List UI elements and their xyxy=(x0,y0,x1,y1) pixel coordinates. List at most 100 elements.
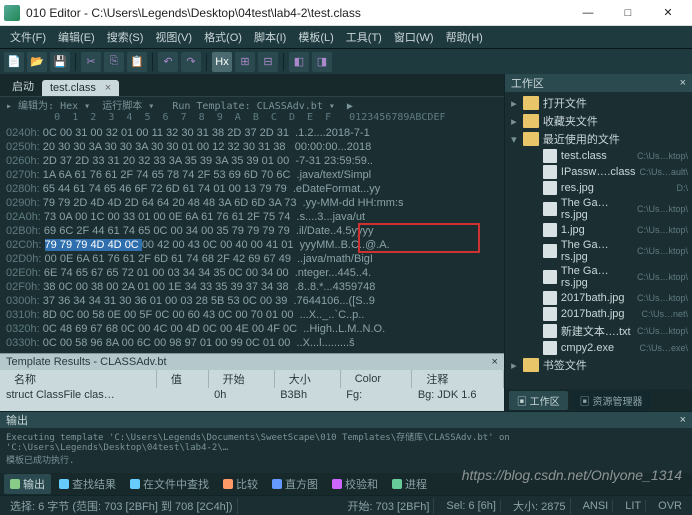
hex-row[interactable]: 02E0h: 6E 74 65 67 65 72 01 00 03 34 34 … xyxy=(6,266,498,280)
tree-folder[interactable]: ▸打开文件 xyxy=(505,94,692,112)
template-col[interactable]: 开始 xyxy=(208,370,274,388)
menu-item[interactable]: 格式(O) xyxy=(198,27,248,47)
hex-row[interactable]: 0330h: 0C 00 58 96 8A 00 6C 00 98 97 01 … xyxy=(6,336,498,350)
hex-row[interactable]: 0320h: 0C 48 69 67 68 0C 00 4C 00 4D 0C … xyxy=(6,322,498,336)
file-tab[interactable]: test.class × xyxy=(42,80,119,96)
bottom-tab[interactable]: 查找结果 xyxy=(53,474,122,494)
hex-row[interactable]: 02F0h: 38 0C 00 38 00 2A 01 00 1E 34 33 … xyxy=(6,280,498,294)
open-icon[interactable]: 📂 xyxy=(27,52,47,72)
template-cell[interactable]: Bg: JDK 1.6 xyxy=(412,388,504,402)
hex-row[interactable]: 0240h: 0C 00 31 00 32 01 00 11 32 30 31 … xyxy=(6,126,498,140)
tree-file[interactable]: 2017bath.jpgC:\Us…net\ xyxy=(505,306,692,322)
hex-row[interactable]: 02D0h: 00 0E 6A 61 76 61 2F 6D 61 74 68 … xyxy=(6,252,498,266)
tree-file[interactable]: cmpy2.exeC:\Us…exe\ xyxy=(505,340,692,356)
menu-item[interactable]: 脚本(I) xyxy=(248,27,292,47)
maximize-button[interactable]: □ xyxy=(608,0,648,26)
hex-row[interactable]: 0290h: 79 79 2D 4D 4D 2D 64 64 20 48 48 … xyxy=(6,196,498,210)
template-col[interactable]: 注释 xyxy=(412,370,504,388)
template-cell[interactable]: Fg: xyxy=(340,388,412,402)
output-close-icon[interactable]: × xyxy=(680,414,686,426)
close-tab-icon[interactable]: × xyxy=(105,82,111,94)
file-icon xyxy=(543,165,557,179)
menu-item[interactable]: 帮助(H) xyxy=(440,27,489,47)
template-col[interactable]: 值 xyxy=(156,370,208,388)
workspace-tab[interactable]: ▣ 工作区 xyxy=(509,391,568,410)
hex-area[interactable]: 0240h: 0C 00 31 00 32 01 00 11 32 30 31 … xyxy=(0,126,504,353)
bottom-tab[interactable]: 在文件中查找 xyxy=(124,474,215,494)
hex-row[interactable]: 0310h: 8D 0C 00 58 0E 00 5F 0C 00 60 43 … xyxy=(6,308,498,322)
tree-label: 最近使用的文件 xyxy=(543,131,620,147)
hex-row[interactable]: 0280h: 65 44 61 74 65 46 6F 72 6D 61 74 … xyxy=(6,182,498,196)
hex-row[interactable]: 0250h: 20 30 30 3A 30 30 3A 30 30 01 00 … xyxy=(6,140,498,154)
tree-folder[interactable]: ▸收藏夹文件 xyxy=(505,112,692,130)
bottom-tab[interactable]: 输出 xyxy=(4,474,51,494)
tool3-icon[interactable]: ◧ xyxy=(289,52,309,72)
menu-item[interactable]: 文件(F) xyxy=(4,27,52,47)
hex-row[interactable]: 02B0h: 69 6C 2F 44 61 74 65 0C 00 34 00 … xyxy=(6,224,498,238)
template-cell[interactable]: struct ClassFile clas… xyxy=(0,388,156,402)
copy-icon[interactable]: ⎘ xyxy=(104,52,124,72)
template-title: Template Results - CLASSAdv.bt xyxy=(6,356,167,368)
tree-file[interactable]: 新建文本….txtC:\Us…ktop\ xyxy=(505,322,692,340)
tree-label: The Ga…rs.jpg xyxy=(561,239,633,263)
tree-path: C:\Us…exe\ xyxy=(639,343,688,353)
tree-file[interactable]: The Ga…rs.jpgC:\Us…ktop\ xyxy=(505,238,692,264)
bottom-tab[interactable]: 比较 xyxy=(217,474,264,494)
tree-file[interactable]: res.jpgD:\ xyxy=(505,180,692,196)
tree-label: test.class xyxy=(561,150,607,162)
output-text: Executing template 'C:\Users\Legends\Doc… xyxy=(0,428,692,473)
template-cell[interactable]: 0h xyxy=(208,388,274,402)
paste-icon[interactable]: 📋 xyxy=(127,52,147,72)
tree-file[interactable]: test.classC:\Us…ktop\ xyxy=(505,148,692,164)
save-icon[interactable]: 💾 xyxy=(50,52,70,72)
bottom-tab[interactable]: 进程 xyxy=(386,474,433,494)
close-button[interactable]: ✕ xyxy=(648,0,688,26)
folder-icon xyxy=(523,114,539,128)
undo-icon[interactable]: ↶ xyxy=(158,52,178,72)
hex-row[interactable]: 02A0h: 73 0A 00 1C 00 33 01 00 0E 6A 61 … xyxy=(6,210,498,224)
start-tab[interactable]: 启动 xyxy=(4,76,42,96)
bottom-tab[interactable]: 校验和 xyxy=(326,474,384,494)
hex-row[interactable]: 02C0h: 79 79 79 4D 4D 0C 00 42 00 43 0C … xyxy=(6,238,498,252)
statusbar: 选择: 6 字节 (范围: 703 [2BFh] 到 708 [2C4h]) 开… xyxy=(0,495,692,515)
hex-row[interactable]: 0260h: 2D 37 2D 33 31 20 32 33 3A 35 39 … xyxy=(6,154,498,168)
minimize-button[interactable]: — xyxy=(568,0,608,26)
tree-file[interactable]: 1.jpgC:\Us…ktop\ xyxy=(505,222,692,238)
tree-folder[interactable]: ▸书签文件 xyxy=(505,356,692,374)
menu-item[interactable]: 模板(L) xyxy=(292,27,339,47)
workspace-tab[interactable]: ▣ 资源管理器 xyxy=(572,391,651,410)
tree-file[interactable]: IPassw….classC:\Us…ault\ xyxy=(505,164,692,180)
tree-file[interactable]: The Ga…rs.jpgC:\Us…ktop\ xyxy=(505,264,692,290)
workspace-close-icon[interactable]: × xyxy=(680,77,686,89)
hex-row[interactable]: 0270h: 1A 6A 61 76 61 2F 74 65 78 74 2F … xyxy=(6,168,498,182)
hex-row[interactable]: 0300h: 37 36 34 34 31 30 36 01 00 03 28 … xyxy=(6,294,498,308)
tree-file[interactable]: 2017bath.jpgC:\Us…ktop\ xyxy=(505,290,692,306)
tree-path: C:\Us…ktop\ xyxy=(637,272,688,282)
tree-label: 1.jpg xyxy=(561,224,585,236)
tool2-icon[interactable]: ⊟ xyxy=(258,52,278,72)
tree-file[interactable]: The Ga…rs.jpgC:\Us…ktop\ xyxy=(505,196,692,222)
file-tab-label: test.class xyxy=(50,82,96,94)
menu-item[interactable]: 视图(V) xyxy=(149,27,198,47)
hex-icon[interactable]: Hx xyxy=(212,52,232,72)
menubar: 文件(F)编辑(E)搜索(S)视图(V)格式(O)脚本(I)模板(L)工具(T)… xyxy=(0,26,692,48)
menu-item[interactable]: 窗口(W) xyxy=(388,27,440,47)
bottom-tab[interactable]: 直方图 xyxy=(266,474,324,494)
template-close-icon[interactable]: × xyxy=(491,356,497,368)
template-col[interactable]: 大小 xyxy=(274,370,340,388)
hex-toolbar[interactable]: ▸ 编辑为: Hex ▾ 运行脚本 ▾ Run Template: CLASSA… xyxy=(0,96,504,112)
new-icon[interactable]: 📄 xyxy=(4,52,24,72)
template-col[interactable]: Color xyxy=(340,370,412,388)
template-cell[interactable]: B3Bh xyxy=(274,388,340,402)
tool4-icon[interactable]: ◨ xyxy=(312,52,332,72)
menu-item[interactable]: 搜索(S) xyxy=(101,27,150,47)
menu-item[interactable]: 编辑(E) xyxy=(52,27,101,47)
tool-icon[interactable]: ⊞ xyxy=(235,52,255,72)
status-mode: OVR xyxy=(654,500,686,512)
cut-icon[interactable]: ✂ xyxy=(81,52,101,72)
tree-folder[interactable]: ▾最近使用的文件 xyxy=(505,130,692,148)
template-col[interactable]: 名称 xyxy=(0,370,156,388)
redo-icon[interactable]: ↷ xyxy=(181,52,201,72)
menu-item[interactable]: 工具(T) xyxy=(340,27,388,47)
template-cell[interactable] xyxy=(156,388,208,402)
